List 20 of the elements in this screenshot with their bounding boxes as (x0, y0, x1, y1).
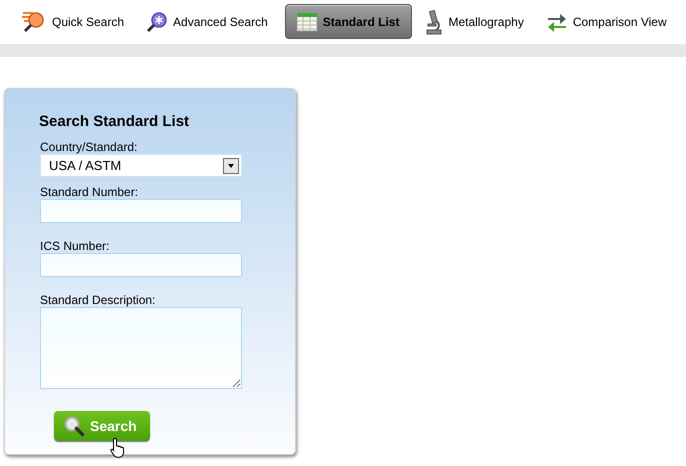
nav-tab[interactable]: Metallography (420, 4, 531, 39)
field-label: ICS Number: (40, 239, 110, 253)
country-dropdown[interactable]: USA / ASTM (40, 154, 242, 177)
panel-title: Search Standard List (39, 113, 190, 130)
description-field[interactable] (40, 307, 242, 389)
nav-tab[interactable]: Advanced Search (141, 4, 275, 39)
nav-tab[interactable]: Comparison View (540, 4, 674, 39)
magnifier-icon (146, 10, 168, 32)
table-icon (296, 12, 318, 32)
hand-cursor-icon (110, 437, 126, 459)
input-field[interactable] (40, 199, 242, 223)
microscope-icon (425, 8, 444, 34)
swap-arrows-icon (546, 12, 568, 32)
nav-tab[interactable]: Quick Search (16, 4, 132, 39)
field-label: Standard Number: (40, 185, 138, 199)
search-icon (63, 415, 85, 437)
input-field[interactable] (40, 253, 242, 277)
field-label: Standard Description: (40, 293, 156, 307)
field-label: Country/Standard: (40, 140, 138, 154)
nav-tab[interactable]: Standard List (284, 4, 412, 39)
